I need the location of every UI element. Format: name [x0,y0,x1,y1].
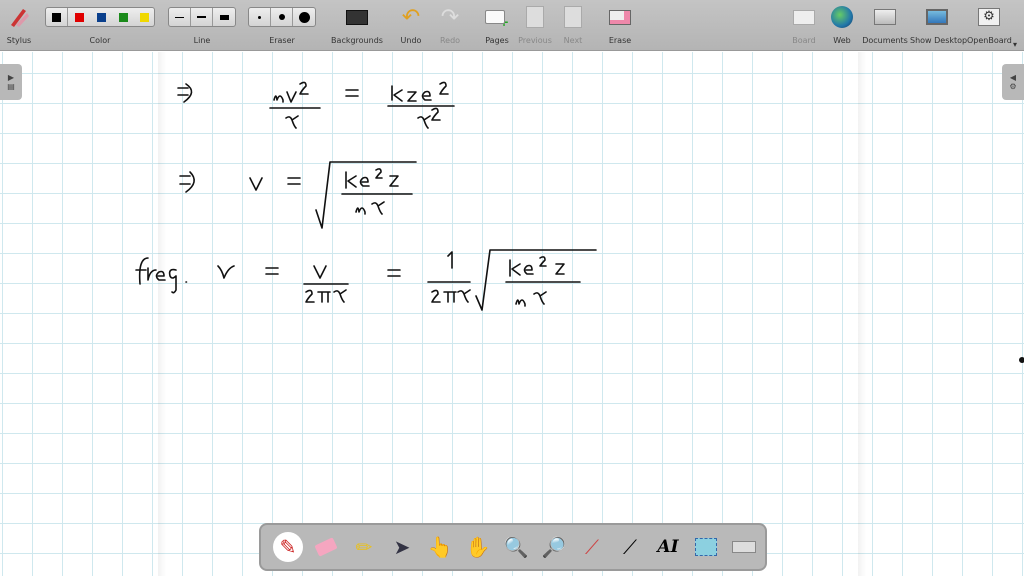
select-tool[interactable]: ➤ [383,528,421,566]
hand-icon: ✋ [465,535,491,559]
eraser-tool[interactable] [307,528,345,566]
equation-line-3 [135,249,597,311]
zoom-in-icon: 🔍 [503,535,529,559]
line-tool[interactable]: ⟋ [611,528,649,566]
hand-tool[interactable]: ✋ [459,528,497,566]
arrow-pointer-icon: ➤ [393,535,411,559]
equation-line-2 [179,161,417,229]
interact-tool[interactable]: 👆 [421,528,459,566]
zoom-out-tool[interactable]: 🔎 [535,528,573,566]
pointing-hand-icon: 👆 [427,535,453,559]
text-tool[interactable]: AI [649,528,687,566]
equation-line-1 [177,81,455,129]
handwritten-equations [135,81,1024,363]
capture-icon [695,538,717,556]
stylus-dock: ✎ ✏ ➤ 👆 ✋ 🔍 🔎 ⟋ ⟋ AI [259,523,767,571]
zoom-in-tool[interactable]: 🔍 [497,528,535,566]
zoom-out-icon: 🔎 [541,535,567,559]
capture-tool[interactable] [687,528,725,566]
text-icon: AI [657,537,679,557]
cursor-dot [1019,357,1024,363]
highlighter-icon: ✏ [355,535,373,559]
eraser-icon [314,537,338,557]
pen-icon: ✎ [273,532,303,562]
line-icon: ⟋ [623,535,637,559]
keyboard-icon [732,541,756,553]
laser-pointer-tool[interactable]: ⟋ [573,528,611,566]
laser-pointer-icon: ⟋ [585,535,599,559]
keyboard-tool[interactable] [725,528,763,566]
highlighter-tool[interactable]: ✏ [345,528,383,566]
pen-tool[interactable]: ✎ [269,528,307,566]
